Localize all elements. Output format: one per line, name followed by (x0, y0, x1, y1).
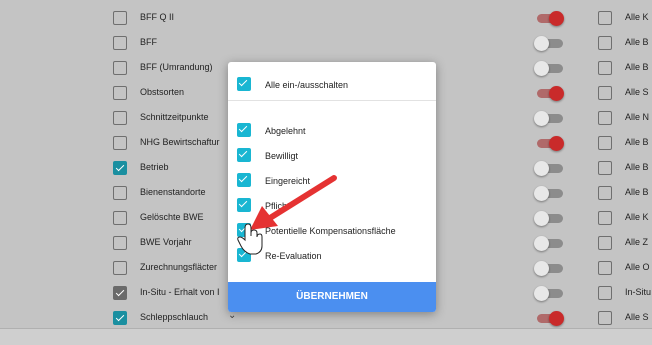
layer-checkbox[interactable] (113, 111, 127, 125)
option-label[interactable]: Bewilligt (265, 151, 298, 161)
option-checkbox[interactable] (237, 173, 251, 187)
right-checkbox[interactable] (598, 36, 612, 50)
layer-checkbox[interactable] (113, 61, 127, 75)
toggle-all-label[interactable]: Alle ein-/ausschalten (265, 80, 348, 90)
layer-label: Obstsorten (140, 87, 185, 97)
apply-button[interactable]: ÜBERNEHMEN (228, 282, 436, 312)
bottom-bar (0, 328, 652, 345)
layer-toggle[interactable] (534, 136, 564, 151)
layer-toggle[interactable] (534, 311, 564, 326)
option-label[interactable]: Eingereicht (265, 176, 310, 186)
right-label: Alle Z (625, 237, 649, 247)
layer-checkbox[interactable] (113, 36, 127, 50)
right-checkbox[interactable] (598, 236, 612, 250)
layer-checkbox[interactable] (113, 11, 127, 25)
option-label[interactable]: Pflicht (265, 201, 290, 211)
layer-label: Schleppschlauch (140, 312, 209, 322)
layer-toggle[interactable] (534, 61, 564, 76)
layer-label: BFF (140, 37, 157, 47)
layer-label: NHG Bewirtschaftur (140, 137, 220, 147)
right-label: Alle K (625, 212, 649, 222)
right-checkbox[interactable] (598, 161, 612, 175)
layer-checkbox[interactable] (113, 161, 127, 175)
right-checkbox[interactable] (598, 111, 612, 125)
right-label: Alle N (625, 112, 650, 122)
right-checkbox[interactable] (598, 311, 612, 325)
layer-checkbox[interactable] (113, 261, 127, 275)
right-checkbox[interactable] (598, 186, 612, 200)
layer-checkbox[interactable] (113, 136, 127, 150)
layer-label: Gelöschte BWE (140, 212, 204, 222)
layer-toggle[interactable] (534, 111, 564, 126)
right-label: Alle B (625, 62, 649, 72)
layer-toggle[interactable] (534, 261, 564, 276)
right-label: Alle S (625, 312, 649, 322)
layer-label: Betrieb (140, 162, 169, 172)
option-checkbox[interactable] (237, 123, 251, 137)
right-label: Alle B (625, 37, 649, 47)
layer-label: Bienenstandorte (140, 187, 206, 197)
option-checkbox[interactable] (237, 223, 251, 237)
layer-checkbox[interactable] (113, 211, 127, 225)
layer-label: Schnittzeitpunkte (140, 112, 209, 122)
layer-checkbox[interactable] (113, 286, 127, 300)
right-label: Alle B (625, 137, 649, 147)
layer-label: BFF (Umrandung) (140, 62, 213, 72)
layer-label: BWE Vorjahr (140, 237, 192, 247)
option-label[interactable]: Potentielle Kompensationsfläche (265, 226, 396, 236)
layer-toggle[interactable] (534, 11, 564, 26)
layer-toggle[interactable] (534, 86, 564, 101)
layer-checkbox[interactable] (113, 311, 127, 325)
right-label: Alle S (625, 87, 649, 97)
layer-toggle[interactable] (534, 161, 564, 176)
layer-label: In-Situ - Erhalt von I (140, 287, 220, 297)
layer-toggle[interactable] (534, 36, 564, 51)
right-checkbox[interactable] (598, 211, 612, 225)
option-checkbox[interactable] (237, 248, 251, 262)
layer-label: BFF Q II (140, 12, 175, 22)
option-label[interactable]: Re-Evaluation (265, 251, 322, 261)
right-checkbox[interactable] (598, 61, 612, 75)
right-checkbox[interactable] (598, 261, 612, 275)
option-checkbox[interactable] (237, 198, 251, 212)
right-checkbox[interactable] (598, 11, 612, 25)
layer-checkbox[interactable] (113, 186, 127, 200)
option-label[interactable]: Abgelehnt (265, 126, 306, 136)
option-checkbox[interactable] (237, 148, 251, 162)
right-label: Alle K (625, 12, 649, 22)
layer-toggle[interactable] (534, 186, 564, 201)
layer-checkbox[interactable] (113, 86, 127, 100)
status-filter-popup: Alle ein-/ausschalten Abgelehnt Bewillig… (228, 62, 436, 312)
right-label: Alle B (625, 187, 649, 197)
divider (228, 100, 436, 101)
layer-row[interactable]: BFF Alle B (0, 31, 652, 55)
right-label: Alle B (625, 162, 649, 172)
layer-toggle[interactable] (534, 236, 564, 251)
layer-checkbox[interactable] (113, 236, 127, 250)
right-label: Alle O (625, 262, 650, 272)
layer-label: Zurechnungsfläcter (140, 262, 218, 272)
right-label: In-Situ (625, 287, 652, 297)
toggle-all-checkbox[interactable] (237, 77, 251, 91)
layer-toggle[interactable] (534, 286, 564, 301)
layer-toggle[interactable] (534, 211, 564, 226)
right-checkbox[interactable] (598, 86, 612, 100)
right-checkbox[interactable] (598, 136, 612, 150)
right-checkbox[interactable] (598, 286, 612, 300)
layer-row[interactable]: BFF Q II Alle K (0, 6, 652, 30)
